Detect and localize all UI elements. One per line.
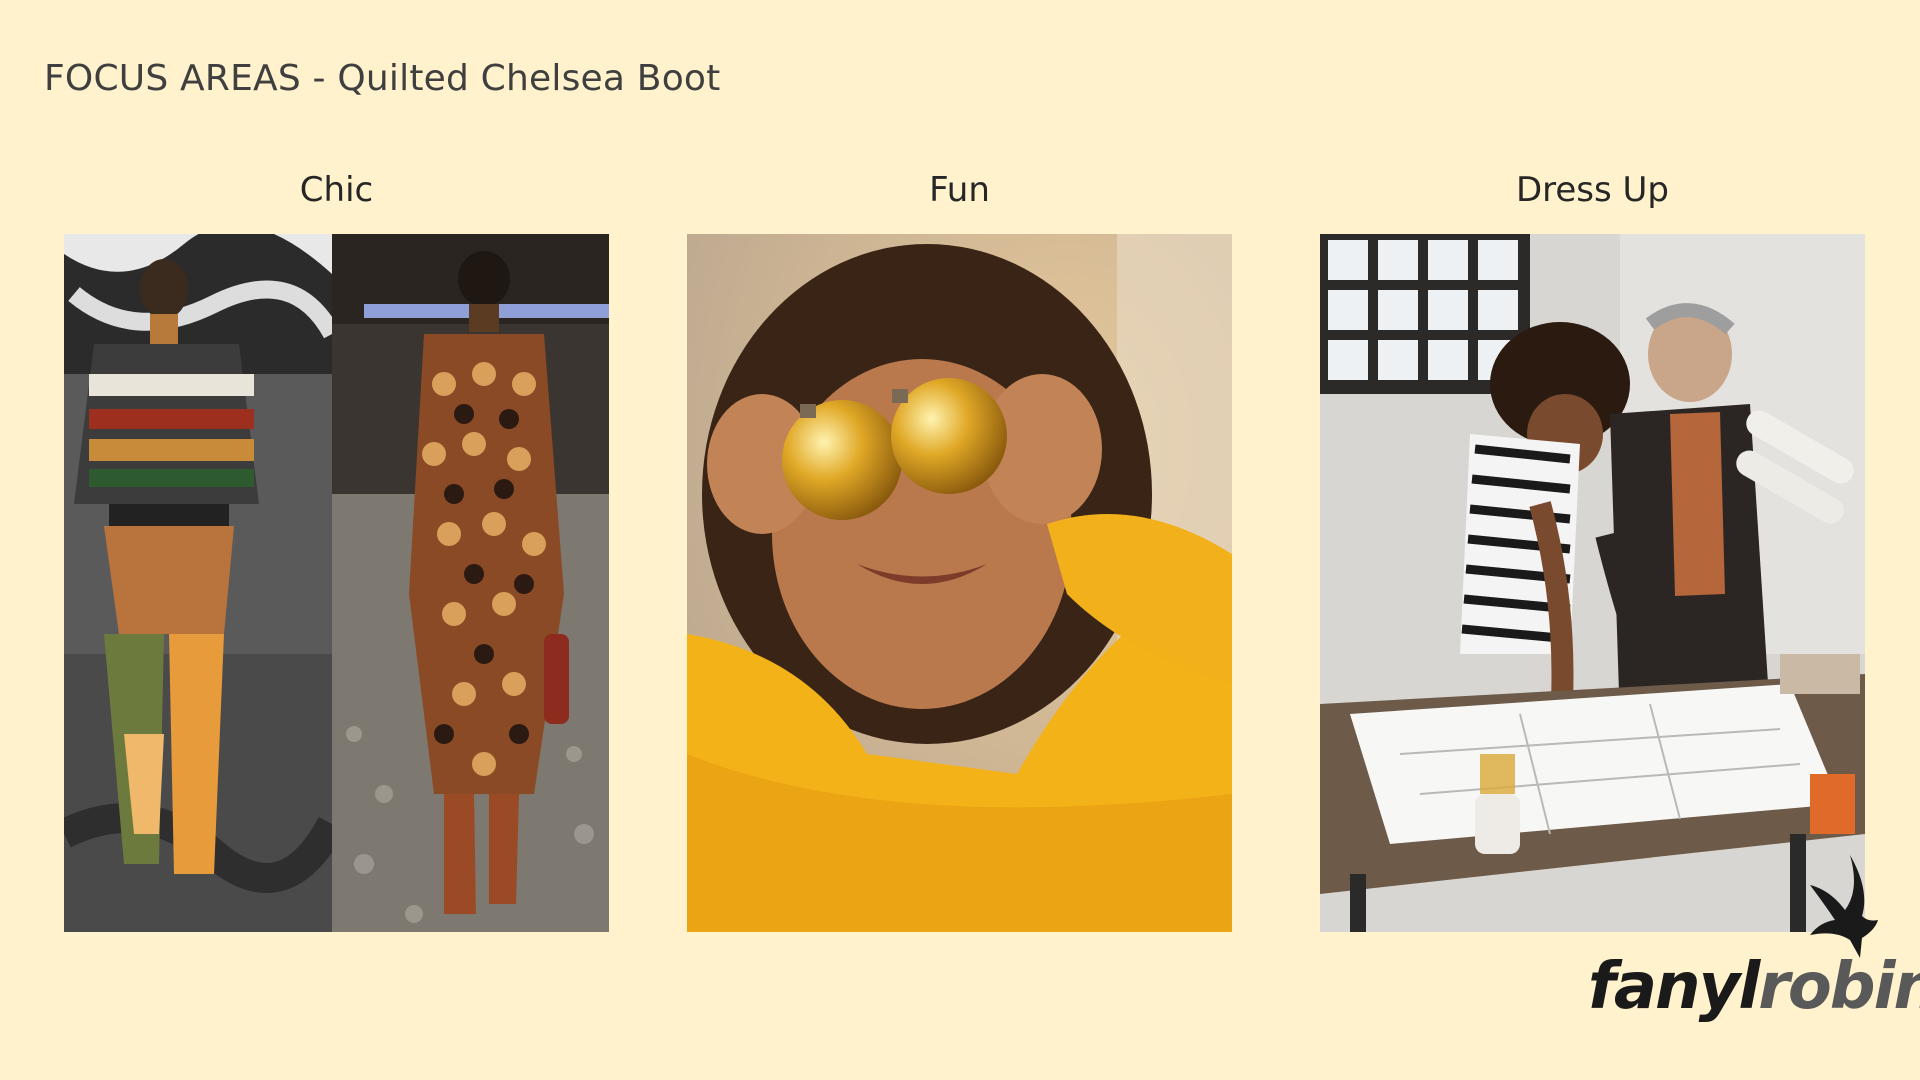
logo-wordmark: fanylrobin (1588, 950, 1920, 1024)
slide-title: FOCUS AREAS - Quilted Chelsea Boot (44, 58, 721, 99)
column-heading-fun: Fun (929, 170, 990, 210)
brand-logo: fanylrobin (1580, 850, 1920, 1050)
photo-fun-child-ornaments (687, 234, 1232, 932)
logo-part2: robin (1758, 950, 1920, 1024)
column-heading-dress-up: Dress Up (1515, 170, 1670, 210)
photo-dress-up-architects (1320, 234, 1865, 932)
photo-chic-runway (64, 234, 609, 932)
logo-part1: fanyl (1588, 950, 1760, 1024)
bird-icon (1810, 855, 1878, 958)
column-heading-chic: Chic (299, 170, 374, 210)
